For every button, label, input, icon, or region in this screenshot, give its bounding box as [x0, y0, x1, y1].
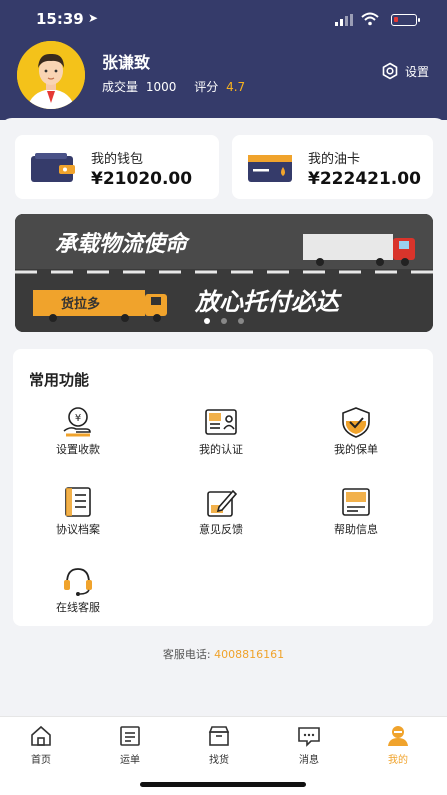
functions-title: 常用功能 [29, 371, 90, 389]
rating-label: 评分 [194, 80, 219, 94]
home-icon [31, 725, 51, 746]
banner-dot-2 [221, 318, 227, 324]
status-time: 15:39 [36, 10, 84, 28]
banner-brand-tag: 货拉多 [61, 296, 100, 312]
volume-label: 成交量 [102, 80, 139, 94]
tab-label: 消息 [299, 755, 319, 766]
service-hotline: 客服电话: 4008816161 [0, 646, 447, 662]
banner-artwork: 承载物流使命 货拉多 放心托付必达 [15, 214, 433, 332]
profile-icon [388, 726, 408, 746]
function-label: 设置收款 [56, 443, 100, 456]
box-icon [208, 726, 230, 746]
tab-find-cargo[interactable]: 找货 [189, 725, 249, 766]
gear-icon [382, 62, 398, 80]
location-arrow-icon: ➤ [88, 11, 99, 25]
edit-icon [207, 489, 238, 517]
shield-check-icon [342, 407, 370, 438]
wallet-icon [31, 153, 75, 182]
message-icon [298, 727, 320, 747]
banner-headline-bottom: 放心托付必达 [194, 288, 343, 316]
banner-dot-3 [238, 318, 244, 324]
svg-text:¥: ¥ [75, 413, 81, 424]
id-card-icon [205, 409, 237, 435]
function-feedback[interactable]: 意见反馈 [166, 485, 276, 545]
function-label: 我的认证 [199, 443, 243, 456]
document-icon [65, 487, 91, 517]
oil-card-icon [248, 155, 292, 182]
profile-header: 15:39 ➤ 张谦致 成交量 1000 评分 4.7 设置 [0, 0, 447, 120]
wifi-icon [361, 12, 379, 26]
function-online-support[interactable]: 在线客服 [23, 563, 133, 623]
home-indicator [140, 782, 306, 787]
function-label: 在线客服 [56, 601, 100, 614]
oil-card[interactable]: 我的油卡 ¥222421.00 [232, 135, 433, 199]
function-label: 意见反馈 [199, 523, 243, 536]
user-stats: 成交量 1000 评分 4.7 [102, 78, 245, 95]
common-functions-panel: 常用功能 ¥ 设置收款 我的认证 我的保单 协议档案 意见反馈 帮助信息 在线客… [13, 349, 433, 626]
function-label: 协议档案 [56, 523, 100, 536]
wallet-amount: ¥21020.00 [91, 169, 193, 189]
banner-dot-1 [204, 318, 210, 324]
function-verification[interactable]: 我的认证 [166, 405, 276, 465]
function-insurance[interactable]: 我的保单 [301, 405, 411, 465]
function-payment-setup[interactable]: ¥ 设置收款 [23, 405, 133, 465]
payment-hand-icon: ¥ [63, 407, 91, 437]
function-help[interactable]: 帮助信息 [301, 485, 411, 545]
wallet-label: 我的钱包 [91, 152, 144, 167]
tab-label: 运单 [120, 755, 140, 766]
wallet-card[interactable]: 我的钱包 ¥21020.00 [15, 135, 219, 199]
promo-banner[interactable]: 承载物流使命 货拉多 放心托付必达 [15, 214, 433, 332]
service-phone-link[interactable]: 4008816161 [214, 648, 284, 661]
tab-label: 首页 [31, 755, 51, 766]
settings-button[interactable]: 设置 [381, 62, 429, 80]
service-label: 客服电话: [162, 648, 211, 661]
help-book-icon [342, 488, 370, 516]
function-label: 帮助信息 [334, 523, 378, 536]
tab-label: 找货 [209, 755, 229, 766]
headset-icon [64, 568, 92, 596]
volume-value: 1000 [145, 80, 177, 94]
tab-messages[interactable]: 消息 [279, 725, 339, 766]
status-bar: 15:39 ➤ [36, 10, 420, 30]
function-label: 我的保单 [334, 443, 378, 456]
tab-waybill[interactable]: 运单 [100, 725, 160, 766]
settings-label: 设置 [405, 64, 430, 79]
tab-label: 我的 [388, 755, 408, 766]
banner-headline-top: 承载物流使命 [55, 231, 191, 257]
battery-icon [391, 14, 420, 26]
avatar[interactable] [17, 41, 85, 109]
oil-card-amount: ¥222421.00 [308, 169, 421, 189]
rating-value: 4.7 [226, 80, 246, 94]
waybill-icon [120, 726, 140, 746]
user-name: 张谦致 [102, 53, 151, 72]
tab-profile[interactable]: 我的 [368, 725, 428, 766]
signal-icon [335, 14, 355, 26]
tab-home[interactable]: 首页 [11, 725, 71, 766]
function-agreements[interactable]: 协议档案 [23, 485, 133, 545]
oil-card-label: 我的油卡 [308, 152, 361, 167]
